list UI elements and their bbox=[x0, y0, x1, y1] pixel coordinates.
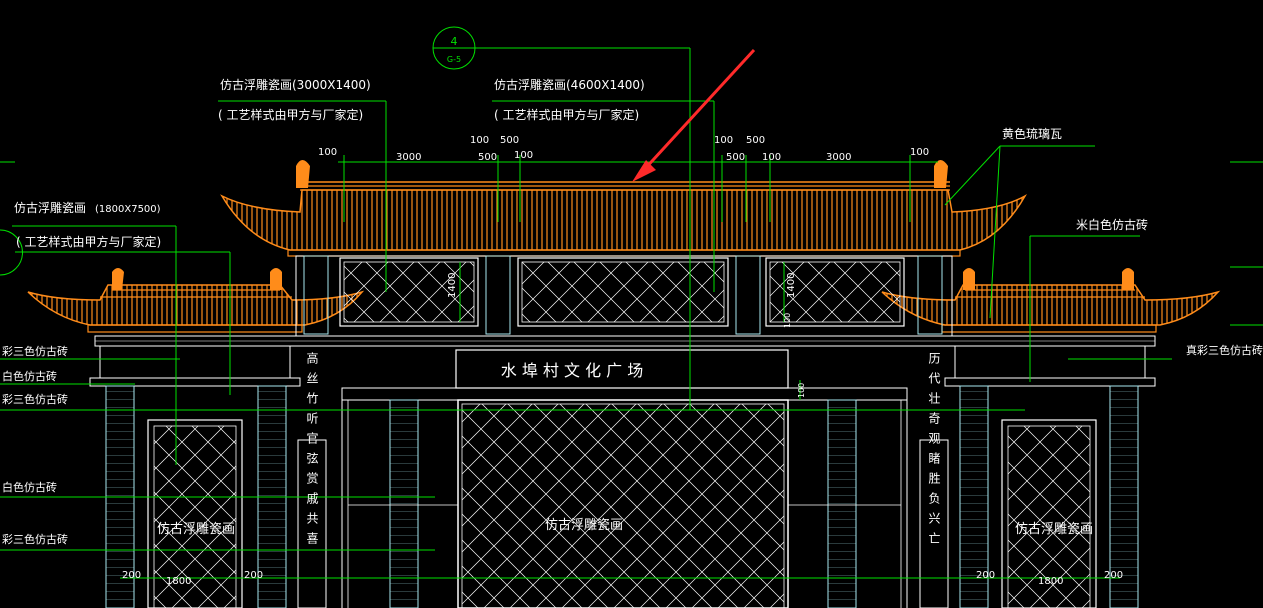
couplet-left-text: 高丝竹听官弦赏戚共喜 bbox=[305, 351, 319, 552]
label-left-brick-1: 彩三色仿古砖 bbox=[2, 344, 68, 358]
label-offwhite-brick: 米白色仿古砖 bbox=[1076, 217, 1148, 232]
dim-right-2: 500 bbox=[726, 152, 745, 163]
dim-bottom-right-0: 200 bbox=[976, 570, 995, 581]
dim-right-0: 100 bbox=[714, 135, 733, 146]
right-side-roof bbox=[881, 268, 1221, 333]
label-panel-top-left-note: ( 工艺样式由甲方与厂家定) bbox=[218, 107, 363, 122]
label-true-color-brick-right: 真彩三色仿古砖 bbox=[1186, 343, 1263, 357]
label-left-brick-4: 白色仿古砖 bbox=[2, 480, 57, 494]
dim-panel-height-right: 1400 bbox=[786, 273, 797, 298]
center-panel-label: 仿古浮雕瓷画 bbox=[545, 518, 623, 533]
dim-right-4: 3000 bbox=[826, 152, 851, 163]
dim-panel-small: 100 bbox=[783, 313, 792, 328]
dim-bottom-right-2: 200 bbox=[1104, 570, 1123, 581]
couplet-right: 历代壮奇观睹胜负兴亡 bbox=[927, 352, 941, 552]
right-panel-label: 仿古浮雕瓷画 bbox=[1015, 522, 1093, 537]
dim-left-1: 3000 bbox=[396, 152, 421, 163]
label-panel-side-note: ( 工艺样式由甲方与厂家定) bbox=[16, 234, 161, 249]
dim-left-3: 500 bbox=[500, 135, 519, 146]
dim-left-0: 100 bbox=[318, 147, 337, 158]
dim-right-1: 500 bbox=[746, 135, 765, 146]
label-panel-side: 仿古浮雕瓷画 bbox=[14, 200, 86, 215]
dim-left-5: 100 bbox=[514, 150, 533, 161]
label-panel-top-center: 仿古浮雕瓷画(4600X1400) bbox=[494, 77, 645, 92]
label-left-brick-5: 彩三色仿古砖 bbox=[2, 532, 68, 546]
detail-marker-top: 4 bbox=[451, 35, 458, 48]
label-left-brick-3: 彩三色仿古砖 bbox=[2, 392, 68, 406]
label-left-brick-2: 白色仿古砖 bbox=[2, 369, 57, 383]
label-panel-top-left: 仿古浮雕瓷画(3000X1400) bbox=[220, 77, 371, 92]
dim-panel-height-left: 1400 bbox=[447, 273, 458, 298]
label-glazed-tile: 黄色琉璃瓦 bbox=[1002, 127, 1062, 141]
upper-frieze bbox=[295, 255, 953, 337]
left-panel-label: 仿古浮雕瓷画 bbox=[157, 522, 235, 537]
detail-marker-bottom: G-5 bbox=[447, 55, 461, 64]
cad-drawing-canvas: 4 G-5 仿古浮雕瓷画(3000X1400) ( 工艺样式由甲方与厂家定) 仿… bbox=[0, 26, 1263, 608]
dim-bottom-left-1: 1800 bbox=[166, 576, 191, 587]
main-roof bbox=[220, 160, 1027, 257]
dim-right-3: 100 bbox=[762, 152, 781, 163]
lower-panels bbox=[147, 399, 1097, 608]
dim-left-2: 100 bbox=[470, 135, 489, 146]
dim-left-4: 500 bbox=[478, 152, 497, 163]
dim-bottom-right-1: 1800 bbox=[1038, 576, 1063, 587]
label-panel-top-center-note: ( 工艺样式由甲方与厂家定) bbox=[494, 107, 639, 122]
dim-bottom-left-0: 200 bbox=[122, 570, 141, 581]
plaque-text: 水 埠 村 文 化 广 场 bbox=[501, 361, 644, 380]
dim-bottom-left-2: 200 bbox=[244, 570, 263, 581]
couplet-right-text: 历代壮奇观睹胜负兴亡 bbox=[927, 352, 941, 552]
label-panel-side-size: (1800X7500) bbox=[95, 204, 161, 215]
left-side-roof bbox=[27, 268, 365, 333]
couplet-left: 高丝竹听官弦赏戚共喜 bbox=[305, 351, 319, 552]
dim-gate-small: 100 bbox=[797, 383, 806, 398]
dim-right-5: 100 bbox=[910, 147, 929, 158]
